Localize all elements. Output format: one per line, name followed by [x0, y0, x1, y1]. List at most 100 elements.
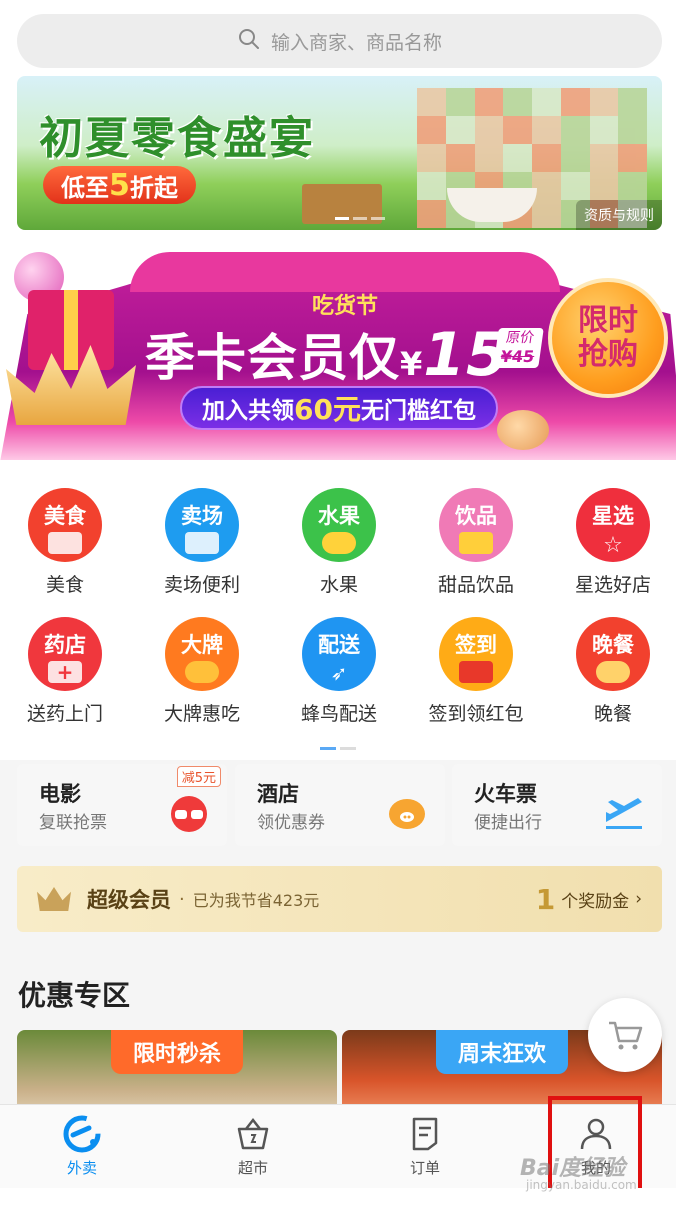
- category-pager: [320, 747, 356, 750]
- category-label: 卖场便利: [163, 574, 240, 596]
- category-label: 晚餐: [593, 703, 632, 725]
- original-price: 原价 ¥45: [493, 328, 545, 368]
- cart-icon: [609, 1021, 643, 1050]
- limit-line2: 抢购: [578, 337, 638, 372]
- service-subtitle: 领优惠券: [257, 813, 325, 833]
- category-label: 美食: [45, 574, 84, 596]
- cart-button[interactable]: [588, 998, 662, 1072]
- drink-icon: 饮品: [439, 488, 513, 562]
- tab-supermarket[interactable]: 超市: [203, 1115, 303, 1178]
- category-label: 送药上门: [26, 703, 103, 725]
- category-delivery[interactable]: 配送 ➶ 蜂鸟配送: [274, 617, 404, 726]
- service-title: 酒店: [257, 782, 299, 806]
- reward-count: 1: [535, 882, 556, 916]
- tab-label: 外卖: [66, 1159, 97, 1177]
- vip-saved: 已为我节省423元: [192, 891, 320, 910]
- promo-tag: 限时秒杀: [110, 1030, 244, 1074]
- super-member-bar[interactable]: 超级会员 · 已为我节省423元 1 个奖励金 ›: [17, 866, 662, 932]
- join-suffix: 无门槛红包: [360, 398, 476, 424]
- pill-suffix: 折起: [129, 173, 178, 202]
- gift-box-icon: [28, 290, 114, 370]
- service-train[interactable]: 火车票 便捷出行: [452, 764, 662, 846]
- watermark-url: jingyan.baidu.com: [526, 1178, 637, 1192]
- category-label: 甜品饮品: [437, 574, 514, 596]
- join-amount: 60元: [294, 393, 361, 426]
- category-grid: 美食 美食 卖场 卖场便利 水果 水果 饮品 甜品饮品 星选 ☆ 星选好店 药店 +…: [0, 470, 684, 760]
- chicken-icon: 大牌: [165, 617, 239, 691]
- banner-discount-pill: 低至 5 折起: [43, 166, 196, 204]
- category-food[interactable]: 美食 美食: [0, 488, 130, 597]
- tab-takeout[interactable]: 外卖: [32, 1115, 132, 1178]
- category-label: 水果: [319, 574, 358, 596]
- search-placeholder: 输入商家、商品名称: [270, 31, 442, 54]
- category-label: 大牌惠吃: [163, 703, 240, 725]
- category-market[interactable]: 卖场 卖场便利: [137, 488, 267, 597]
- service-subtitle: 复联抢票: [39, 813, 107, 833]
- join-prefix: 加入共领: [202, 398, 294, 424]
- service-subtitle: 便捷出行: [474, 813, 542, 833]
- banner-arch: [130, 252, 560, 292]
- service-title: 电影: [39, 782, 81, 806]
- join-offer-pill: 加入共领 60元 无门槛红包: [180, 386, 498, 430]
- carousel-indicators: [335, 217, 385, 220]
- category-drinks[interactable]: 饮品 甜品饮品: [411, 488, 541, 597]
- star-icon: 星选 ☆: [576, 488, 650, 562]
- pig-icon: [389, 799, 425, 829]
- service-hotel[interactable]: 酒店 领优惠券: [235, 764, 445, 846]
- category-brands[interactable]: 大牌 大牌惠吃: [137, 617, 267, 726]
- bird-icon: 配送 ➶: [302, 617, 376, 691]
- vip-dot: ·: [179, 888, 185, 910]
- basket-icon: [237, 1117, 269, 1150]
- category-fruit[interactable]: 水果 水果: [274, 488, 404, 597]
- category-pharmacy[interactable]: 药店 + 送药上门: [0, 617, 130, 726]
- tab-label: 超市: [237, 1159, 268, 1177]
- promo-banner-snacks[interactable]: 初夏零食盛宴 低至 5 折起 资质与规则: [17, 76, 662, 230]
- headline-text: 季卡会员仅: [145, 329, 400, 387]
- banner-title: 初夏零食盛宴: [39, 113, 315, 164]
- category-star[interactable]: 星选 ☆ 星选好店: [548, 488, 678, 597]
- category-label: 签到领红包: [428, 703, 524, 725]
- vip-name: 超级会员: [87, 888, 171, 912]
- pill-number: 5: [109, 167, 130, 203]
- red-envelope-icon: 签到: [439, 617, 513, 691]
- reward-label: 个奖励金: [561, 891, 630, 912]
- app-screen: 输入商家、商品名称 初夏零食盛宴 低至 5 折起 资质与规则 吃货节 季卡会员仅…: [0, 0, 684, 1213]
- tab-orders[interactable]: 订单: [375, 1115, 475, 1178]
- reward-link[interactable]: 1 个奖励金 ›: [536, 883, 642, 916]
- plane-icon: [606, 798, 642, 829]
- category-label: 星选好店: [574, 574, 651, 596]
- fruit-icon: 水果: [302, 488, 376, 562]
- original-price-label: 原价: [504, 330, 536, 346]
- service-movie[interactable]: 电影 复联抢票 减5元: [17, 764, 227, 846]
- pill-prefix: 低至: [61, 173, 109, 202]
- service-title: 火车票: [474, 782, 537, 806]
- limited-time-button[interactable]: 限时 抢购: [548, 278, 668, 398]
- category-label: 蜂鸟配送: [300, 703, 377, 725]
- discount-badge: 减5元: [176, 766, 221, 787]
- category-dinner[interactable]: 晚餐 晚餐: [548, 617, 678, 726]
- medicine-icon: 药店 +: [28, 617, 102, 691]
- movie-icon: [171, 796, 207, 832]
- section-title: 优惠专区: [18, 979, 131, 1012]
- qualification-link[interactable]: 资质与规则: [576, 200, 662, 230]
- chevron-right-icon: ›: [635, 889, 642, 909]
- promo-banner-membership[interactable]: 吃货节 季卡会员仅¥15 原价 ¥45 加入共领 60元 无门槛红包 限时 抢购: [0, 240, 684, 460]
- membership-headline: 季卡会员仅¥15: [145, 318, 509, 390]
- limit-line1: 限时: [578, 302, 638, 338]
- search-input[interactable]: 输入商家、商品名称: [17, 14, 662, 68]
- crown-icon: [37, 887, 71, 911]
- promo-tag: 周末狂欢: [435, 1030, 569, 1074]
- category-checkin[interactable]: 签到 签到领红包: [411, 617, 541, 726]
- coin-icon: [497, 410, 549, 450]
- festival-label: 吃货节: [312, 294, 379, 319]
- tab-label: 订单: [409, 1159, 440, 1177]
- market-icon: 卖场: [165, 488, 239, 562]
- eleme-logo-icon: [63, 1115, 101, 1153]
- headline-currency: ¥: [400, 345, 424, 383]
- order-list-icon: [412, 1117, 438, 1151]
- dinner-icon: 晚餐: [576, 617, 650, 691]
- food-icon: 美食: [28, 488, 102, 562]
- right-edge: [676, 0, 684, 1213]
- search-icon: [237, 27, 261, 56]
- original-price-value: ¥45: [499, 346, 536, 366]
